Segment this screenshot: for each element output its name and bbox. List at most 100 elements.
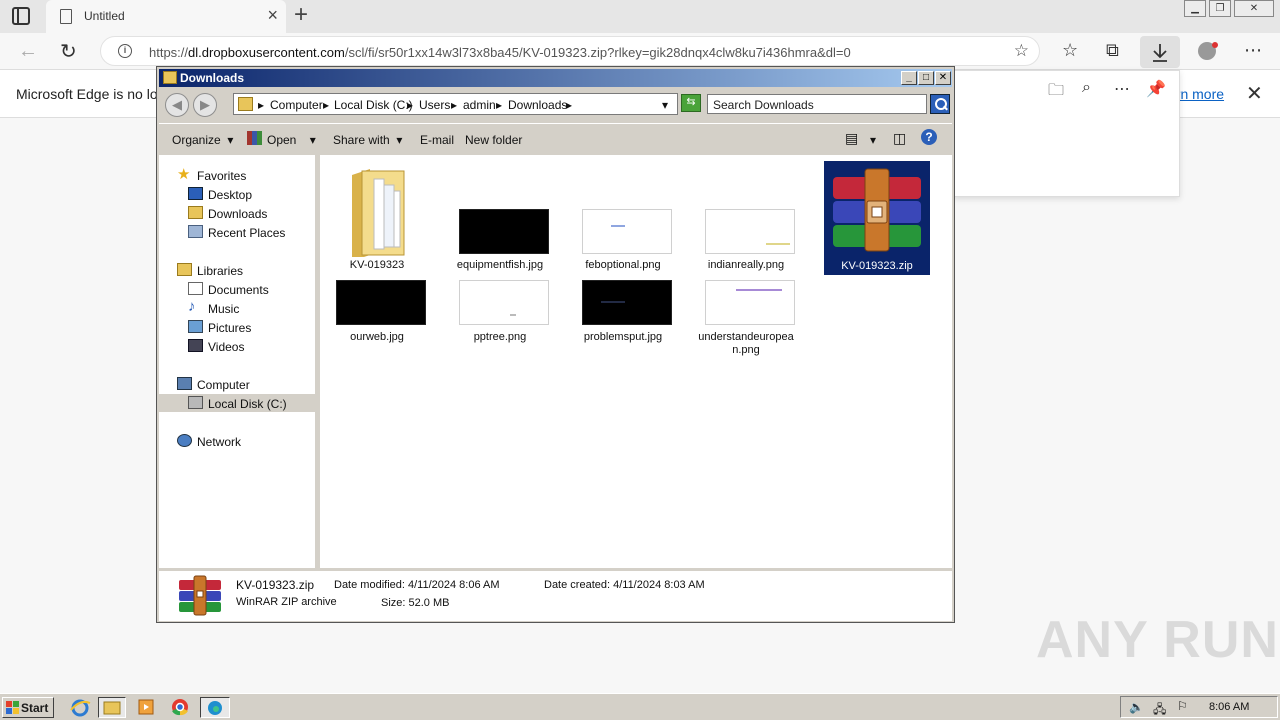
network-tray-icon[interactable]: 🖧 xyxy=(1153,700,1166,720)
forward-icon[interactable]: ▶ xyxy=(193,93,217,117)
crumb-local-disk[interactable]: Local Disk (C:) xyxy=(334,98,413,112)
file-item[interactable]: problemsput.jpg xyxy=(570,275,676,345)
tab-close-icon[interactable]: × xyxy=(267,6,278,24)
panel-more-icon[interactable]: ⋯ xyxy=(1114,79,1130,99)
file-item[interactable]: indianreally.png xyxy=(693,161,799,273)
nav-downloads[interactable]: Downloads xyxy=(188,204,308,222)
restore-icon[interactable]: ❐ xyxy=(1209,0,1231,17)
address-bar[interactable]: i https://dl.dropboxusercontent.com/scl/… xyxy=(100,36,1040,66)
detail-size: Size: 52.0 MB xyxy=(381,597,450,609)
explorer-taskbar-icon[interactable] xyxy=(98,697,126,718)
crumb-separator[interactable]: ▸ xyxy=(323,98,329,112)
nav-documents[interactable]: Documents xyxy=(188,280,308,298)
media-player-icon[interactable] xyxy=(134,697,158,718)
folder-icon xyxy=(352,169,405,257)
explorer-navbar: ◀ ▶ ▸ Computer ▸ Local Disk (C:) ▸ Users… xyxy=(159,89,952,120)
search-icon[interactable] xyxy=(930,94,950,114)
help-icon[interactable]: ? xyxy=(921,129,937,145)
breadcrumb[interactable]: ▸ Computer ▸ Local Disk (C:) ▸ Users ▸ a… xyxy=(233,93,678,115)
pin-icon[interactable]: 📌 xyxy=(1146,79,1166,99)
maximize-icon[interactable]: □ xyxy=(918,71,934,85)
nav-videos[interactable]: Videos xyxy=(188,337,308,355)
windows-logo-icon xyxy=(6,701,19,714)
browser-tab[interactable]: Untitled × xyxy=(46,0,286,33)
organize-button[interactable]: Organize ▾ xyxy=(172,133,233,147)
crumb-separator[interactable]: ▸ xyxy=(496,98,502,112)
image-thumbnail xyxy=(582,280,672,325)
clock[interactable]: 8:06 AM xyxy=(1209,701,1249,713)
tab-actions-icon[interactable] xyxy=(12,7,30,25)
action-center-flag-icon[interactable]: ⚐ xyxy=(1177,699,1188,713)
file-item[interactable]: ourweb.jpg xyxy=(324,275,430,345)
nav-desktop[interactable]: Desktop xyxy=(188,185,308,203)
browser-toolbar: ← ↻ i https://dl.dropboxusercontent.com/… xyxy=(0,33,1280,70)
start-button[interactable]: Start xyxy=(2,697,54,718)
view-dropdown-icon[interactable]: ▾ xyxy=(870,133,876,147)
file-item-folder[interactable]: KV-019323 xyxy=(324,161,430,273)
info-icon[interactable]: i xyxy=(118,44,132,58)
crumb-computer[interactable]: Computer xyxy=(270,98,323,112)
refresh-icon[interactable]: ⇆ xyxy=(681,94,701,112)
file-item-selected[interactable]: KV-019323.zip xyxy=(824,161,930,275)
downloads-panel: 🗀 ⌕ ⋯ 📌 xyxy=(953,70,1180,197)
network-icon xyxy=(177,434,192,447)
new-folder-button[interactable]: New folder xyxy=(465,133,522,147)
share-with-button[interactable]: Share with ▾ xyxy=(333,133,402,147)
nav-recent-places[interactable]: Recent Places xyxy=(188,223,308,241)
new-tab-icon[interactable]: + xyxy=(294,3,308,27)
crumb-separator[interactable]: ▸ xyxy=(258,98,264,112)
downloads-button[interactable] xyxy=(1140,36,1180,68)
browser-tab-strip: Untitled × + ▁ ❐ ✕ xyxy=(0,0,1280,33)
collections-icon[interactable]: ⧉ xyxy=(1106,40,1119,61)
nav-computer[interactable]: Computer xyxy=(177,375,307,393)
chrome-icon[interactable] xyxy=(168,697,192,718)
file-name: ourweb.jpg xyxy=(350,331,404,343)
crumb-admin[interactable]: admin xyxy=(463,98,496,112)
nav-libraries[interactable]: Libraries xyxy=(177,261,307,279)
nav-pictures[interactable]: Pictures xyxy=(188,318,308,336)
favorites-icon[interactable]: ☆ xyxy=(1062,40,1078,61)
nav-local-disk[interactable]: Local Disk (C:) xyxy=(159,394,315,412)
close-window-icon[interactable]: ✕ xyxy=(1234,0,1274,17)
search-input[interactable]: Search Downloads xyxy=(707,94,927,114)
preview-pane-icon[interactable]: ◫ xyxy=(893,130,906,147)
crumb-separator[interactable]: ▸ xyxy=(451,98,457,112)
refresh-icon[interactable]: ↻ xyxy=(60,39,77,64)
open-folder-icon[interactable]: 🗀 xyxy=(1048,79,1064,106)
edge-icon[interactable] xyxy=(200,697,230,718)
file-item[interactable]: feboptional.png xyxy=(570,161,676,273)
desktop-icon xyxy=(188,187,203,200)
file-list[interactable]: KV-019323 equipmentfish.jpg feboptional.… xyxy=(320,155,952,568)
file-name: equipmentfish.jpg xyxy=(456,259,544,271)
file-item[interactable]: equipmentfish.jpg xyxy=(447,161,553,273)
crumb-separator[interactable]: ▸ xyxy=(407,98,413,112)
minimize-icon[interactable]: _ xyxy=(901,71,917,85)
close-icon[interactable]: ✕ xyxy=(935,71,951,85)
file-item[interactable]: understandeuropea n.png xyxy=(693,275,799,359)
nav-music[interactable]: ♪ Music xyxy=(188,298,308,317)
banner-close-icon[interactable]: ✕ xyxy=(1246,81,1263,106)
email-button[interactable]: E-mail xyxy=(420,133,454,147)
crumb-users[interactable]: Users xyxy=(419,98,450,112)
nav-network[interactable]: Network xyxy=(177,432,307,450)
crumb-separator[interactable]: ▸ xyxy=(566,98,572,112)
view-options-icon[interactable]: ▤ xyxy=(845,130,858,147)
back-icon[interactable]: ← xyxy=(18,40,38,63)
explorer-titlebar[interactable]: Downloads _ □ ✕ xyxy=(159,69,952,87)
minimize-icon[interactable]: ▁ xyxy=(1184,0,1206,17)
open-button[interactable]: Open ▾ xyxy=(267,133,316,147)
volume-icon[interactable]: 🔈 xyxy=(1129,700,1144,714)
downloads-folder-icon xyxy=(188,206,203,219)
address-dropdown-icon[interactable]: ▾ xyxy=(662,98,668,112)
file-item[interactable]: pptree.png xyxy=(447,275,553,345)
crumb-downloads[interactable]: Downloads xyxy=(508,98,567,112)
url-text[interactable]: https://dl.dropboxusercontent.com/scl/fi… xyxy=(149,45,851,60)
more-menu-icon[interactable]: ⋯ xyxy=(1244,40,1262,61)
ie-icon[interactable] xyxy=(68,697,92,718)
nav-favorites[interactable]: ★ Favorites xyxy=(177,166,307,184)
image-thumbnail xyxy=(459,209,549,254)
search-downloads-icon[interactable]: ⌕ xyxy=(1082,79,1091,97)
back-icon[interactable]: ◀ xyxy=(165,93,189,117)
image-thumbnail xyxy=(459,280,549,325)
add-favorite-icon[interactable]: ☆ xyxy=(1014,41,1029,61)
